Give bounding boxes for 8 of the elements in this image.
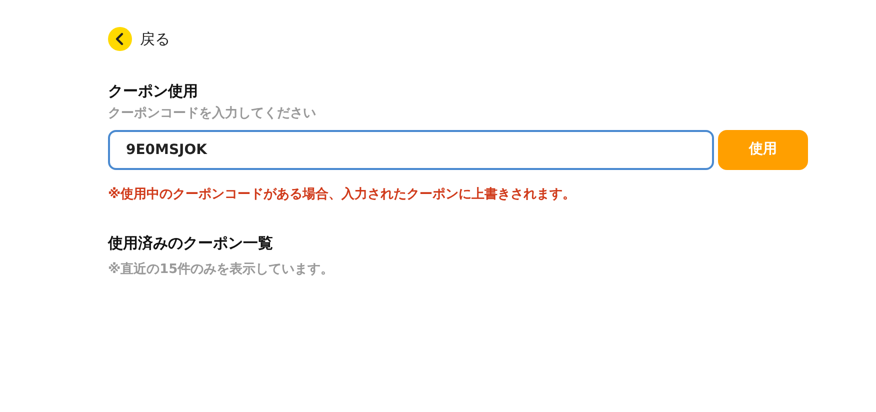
field-label: クーポンコードを入力してください [108,104,317,123]
back-link[interactable]: 戻る [108,27,170,51]
back-icon [108,27,132,51]
warning-text: ※使用中のクーポンコードがある場合、入力されたクーポンに上書きされます。 [108,186,577,204]
section-heading: 使用済みのクーポン一覧 [108,234,274,252]
section-heading: クーポン使用 [108,82,199,100]
coupon-code-field[interactable]: 9E0MSJOK [108,130,714,170]
note-text: ※直近の15件のみを表示しています。 [108,261,335,279]
